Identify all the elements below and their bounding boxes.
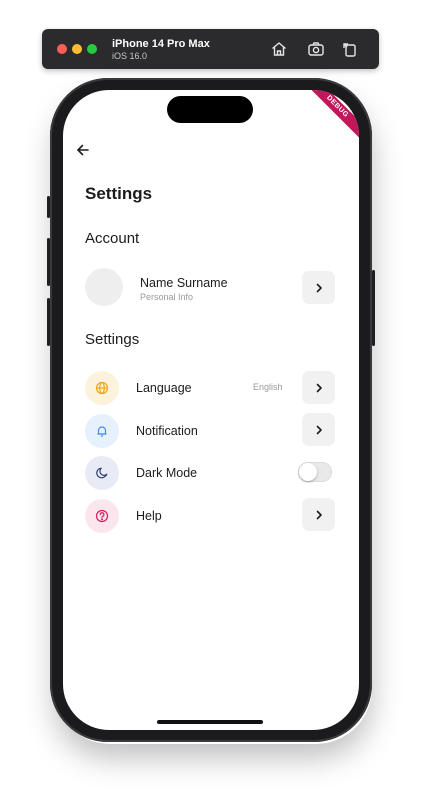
volume-up-button: [47, 238, 50, 286]
simulator-title-bar: iPhone 14 Pro Max iOS 16.0: [42, 29, 379, 69]
minimize-window-button[interactable]: [72, 44, 82, 54]
chevron-right-icon: [316, 510, 322, 519]
help-arrow-button[interactable]: [302, 498, 335, 531]
screenshot-icon: [308, 42, 324, 56]
globe-icon: [95, 381, 109, 395]
action-button: [47, 196, 50, 218]
close-window-button[interactable]: [57, 44, 67, 54]
account-arrow-button[interactable]: [302, 271, 335, 304]
dark-mode-label: Dark Mode: [136, 466, 198, 480]
dark-mode-toggle[interactable]: [298, 462, 332, 482]
screenshot-button[interactable]: [306, 39, 326, 59]
notification-arrow-button[interactable]: [302, 413, 335, 446]
account-section-title: Account: [85, 230, 140, 247]
phone-screen: DEBUG Settings Account Name Surname Pers…: [63, 90, 359, 730]
notification-label: Notification: [136, 424, 198, 438]
back-button[interactable]: [75, 142, 91, 158]
home-button[interactable]: [269, 39, 289, 59]
language-arrow-button[interactable]: [302, 371, 335, 404]
arrow-left-icon: [77, 144, 89, 156]
os-version: iOS 16.0: [112, 51, 148, 61]
device-name: iPhone 14 Pro Max: [112, 38, 210, 50]
account-name: Name Surname: [140, 276, 228, 290]
home-icon: [272, 42, 286, 56]
rotate-icon: [343, 43, 356, 57]
settings-section-title: Settings: [85, 331, 140, 348]
power-button: [372, 270, 375, 346]
dynamic-island: [167, 96, 253, 123]
question-circle-icon: [95, 509, 109, 523]
language-icon-circle: [85, 371, 119, 405]
language-value: English: [253, 382, 283, 392]
page-title: Settings: [85, 184, 153, 203]
chevron-right-icon: [316, 383, 322, 392]
help-icon-circle: [85, 499, 119, 533]
zoom-window-button[interactable]: [87, 44, 97, 54]
moon-icon: [96, 467, 108, 479]
chevron-right-icon: [316, 283, 322, 292]
home-indicator: [157, 720, 263, 724]
bell-icon: [97, 426, 107, 437]
account-subtitle: Personal Info: [140, 292, 194, 302]
chevron-right-icon: [316, 425, 322, 434]
notification-icon-circle: [85, 414, 119, 448]
dark-mode-icon-circle: [85, 456, 119, 490]
rotate-button[interactable]: [340, 39, 360, 59]
volume-down-button: [47, 298, 50, 346]
language-label: Language: [136, 381, 192, 395]
help-label: Help: [136, 509, 162, 523]
toggle-knob: [299, 463, 317, 481]
avatar: [85, 268, 123, 306]
